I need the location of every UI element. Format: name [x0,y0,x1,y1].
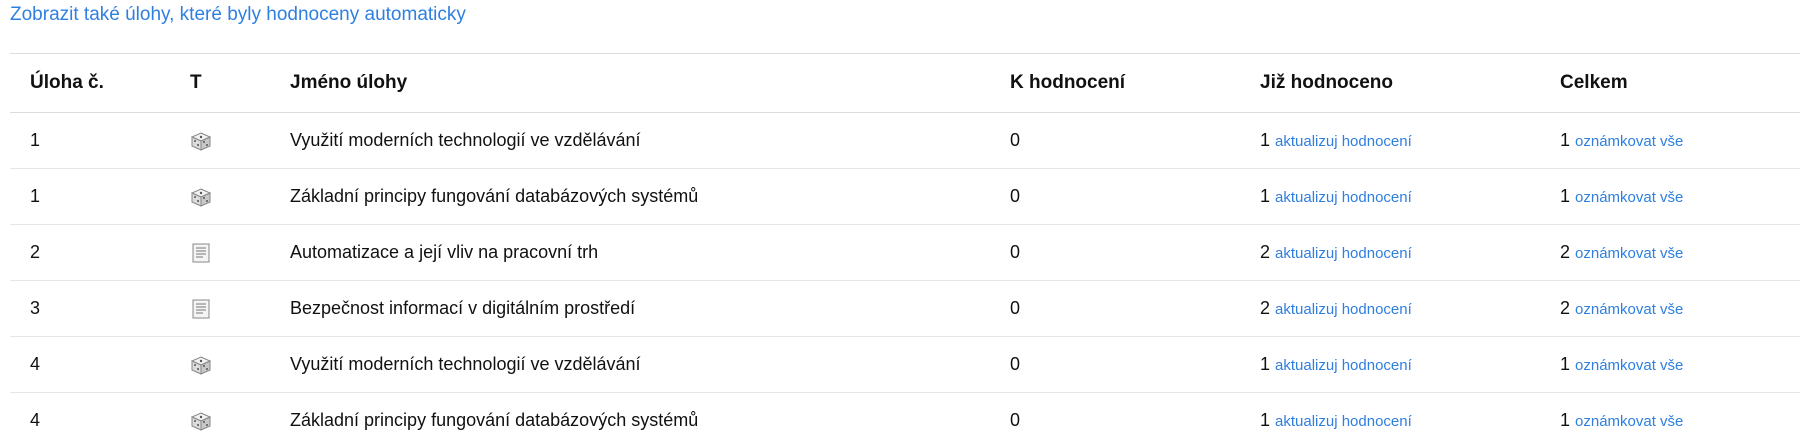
task-type [170,393,270,448]
update-grading-link[interactable]: aktualizuj hodnocení [1275,189,1412,206]
task-type [170,112,270,169]
table-row: 4 Využití moderních technologií ve vzdělá… [10,336,1800,393]
task-number: 1 [10,112,170,169]
graded-cell: 2 aktualizuj hodnocení [1240,280,1540,337]
task-type [170,168,270,225]
update-grading-link[interactable]: aktualizuj hodnocení [1275,301,1412,318]
to-grade-count: 0 [1010,410,1021,430]
total-count: 1 [1560,354,1571,374]
graded-cell: 1 aktualizuj hodnocení [1240,112,1540,169]
grade-all-link[interactable]: oznámkovat vše [1575,357,1683,374]
graded-cell: 1 aktualizuj hodnocení [1240,168,1540,225]
task-number: 3 [10,280,170,337]
grade-all-link[interactable]: oznámkovat vše [1575,245,1683,262]
total-cell: 1 oznámkovat vše [1540,168,1800,225]
total-cell: 1 oznámkovat vše [1540,336,1800,393]
grade-all-link[interactable]: oznámkovat vše [1575,133,1683,150]
graded-count: 1 [1260,410,1271,430]
dice-icon [190,411,212,431]
total-count: 2 [1560,298,1571,318]
task-name: Využití moderních technologií ve vzděláv… [270,336,990,393]
task-type [170,280,270,337]
table-row: 1 Využití moderních technologií ve vzdělá… [10,112,1800,169]
header-task-number: Úloha č. [10,53,170,113]
grade-all-link[interactable]: oznámkovat vše [1575,301,1683,318]
total-cell: 2 oznámkovat vše [1540,224,1800,281]
to-grade-count: 0 [990,112,1240,169]
to-grade-count: 0 [990,224,1240,281]
dice-icon [190,131,212,151]
header-task-name: Jméno úlohy [270,53,990,113]
table-row: 1 Základní principy fungování databázovýc… [10,168,1800,225]
total-count: 1 [1560,410,1571,430]
header-type: T [170,53,270,113]
to-grade-count: 0 [990,280,1240,337]
graded-count: 2 [1260,242,1271,262]
grade-all-link[interactable]: oznámkovat vše [1575,413,1683,430]
total-count: 1 [1560,130,1571,150]
to-grade-count: 0 [990,336,1240,393]
graded-cell: 1 aktualizuj hodnocení [1240,336,1540,393]
task-name: Základní principy fungování databázových… [290,410,699,430]
graded-count: 2 [1260,298,1271,318]
update-grading-link[interactable]: aktualizuj hodnocení [1275,357,1412,374]
total-cell: 1 oznámkovat vše [1540,393,1800,448]
update-grading-link[interactable]: aktualizuj hodnocení [1275,245,1412,262]
graded-cell: 1 aktualizuj hodnocení [1240,393,1540,448]
table-header-row: Úloha č. T Jméno úlohy K hodnocení Již h… [10,53,1800,113]
dice-icon [190,355,212,375]
graded-count: 1 [1260,130,1271,150]
to-grade-count: 0 [990,168,1240,225]
task-type [170,224,270,281]
table-row: 4 Základní principy fungování databázovýc… [10,393,1800,448]
table-row: 3 Bezpečnost informací v digitálním prost… [10,280,1800,337]
document-icon [190,299,212,319]
grade-all-link[interactable]: oznámkovat vše [1575,189,1683,206]
task-name: Bezpečnost informací v digitálním prostř… [270,280,990,337]
task-name: Automatizace a její vliv na pracovní trh [270,224,990,281]
document-icon [190,243,212,263]
header-to-grade: K hodnocení [990,53,1240,113]
total-cell: 1 oznámkovat vše [1540,112,1800,169]
header-already-graded: Již hodnoceno [1240,53,1540,113]
table-row: 2 Automatizace a její vliv na pracovní tr… [10,224,1800,281]
total-count: 1 [1560,186,1571,206]
task-number: 2 [10,224,170,281]
tasks-table: Úloha č. T Jméno úlohy K hodnocení Již h… [10,53,1800,448]
header-total: Celkem [1540,53,1800,113]
task-number: 1 [10,168,170,225]
update-grading-link[interactable]: aktualizuj hodnocení [1275,133,1412,150]
task-number: 4 [30,410,41,430]
task-name: Základní principy fungování databázových… [270,168,990,225]
graded-count: 1 [1260,354,1271,374]
dice-icon [190,187,212,207]
task-number: 4 [10,336,170,393]
update-grading-link[interactable]: aktualizuj hodnocení [1275,413,1412,430]
show-auto-graded-link[interactable]: Zobrazit také úlohy, které byly hodnocen… [10,4,466,26]
graded-count: 1 [1260,186,1271,206]
task-name: Využití moderních technologií ve vzděláv… [270,112,990,169]
total-count: 2 [1560,242,1571,262]
total-cell: 2 oznámkovat vše [1540,280,1800,337]
graded-cell: 2 aktualizuj hodnocení [1240,224,1540,281]
task-type [170,336,270,393]
